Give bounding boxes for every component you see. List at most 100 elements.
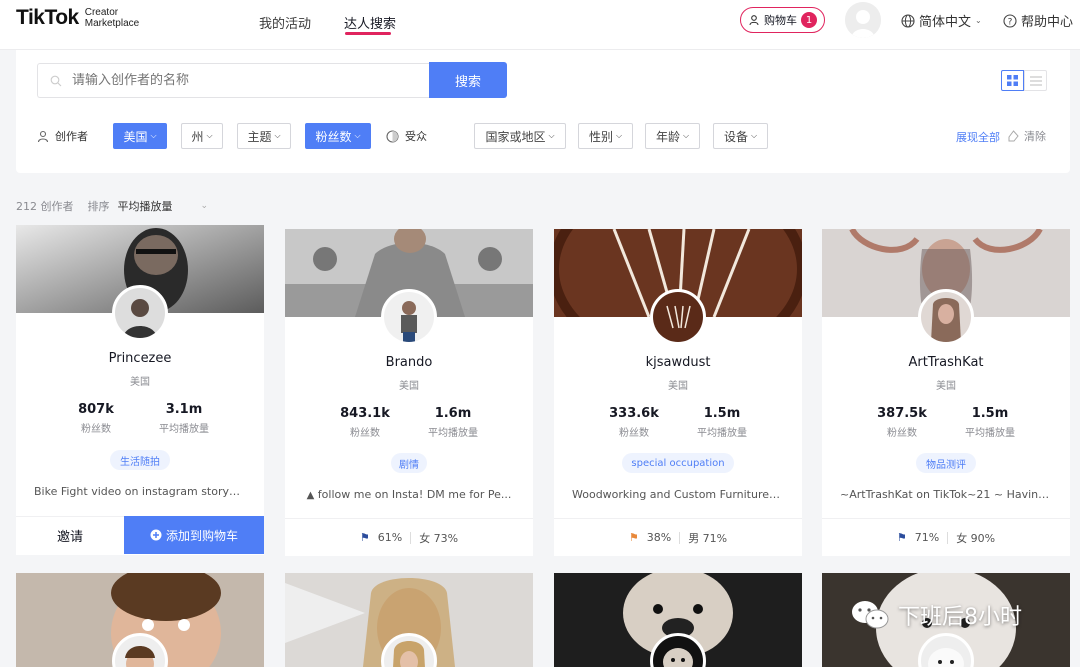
creator-card[interactable] bbox=[285, 573, 533, 667]
wechat-icon bbox=[852, 601, 889, 629]
expand-all-link[interactable]: 展现全部 bbox=[956, 129, 1000, 145]
svg-text:?: ? bbox=[1008, 17, 1013, 27]
chip-label: 粉丝数 bbox=[315, 129, 352, 144]
avg-views-label: 平均播放量 bbox=[159, 424, 209, 435]
chip-label: 设备 bbox=[723, 129, 748, 144]
filter-country-chip[interactable]: 美国 ⌵ bbox=[113, 123, 167, 149]
help-center-link[interactable]: ? 帮助中心 bbox=[1003, 11, 1073, 30]
tiktok-creator-marketplace-logo[interactable]: TikTok Creator Marketplace bbox=[16, 6, 139, 30]
avatar-placeholder-icon bbox=[845, 2, 881, 38]
filter-age-chip[interactable]: 年龄 ⌵ bbox=[645, 123, 700, 149]
cart-button[interactable]: 购物车 1 bbox=[740, 7, 825, 33]
creator-label-text: 创作者 bbox=[55, 130, 88, 143]
followers-value: 807k bbox=[78, 402, 114, 417]
avg-views-value: 3.1m bbox=[165, 402, 203, 417]
avg-views-value: 1.5m bbox=[703, 406, 741, 421]
cart-label: 购物车 bbox=[764, 14, 797, 27]
followers-label: 粉丝数 bbox=[619, 428, 649, 439]
filter-panel: 搜索 创作者 美国⌵ 州⌵ 主题⌵ 粉丝数⌵ 受众 国家或地区⌵ 性别⌵ 年龄⌵… bbox=[16, 50, 1070, 173]
chip-label: 主题 bbox=[247, 129, 272, 144]
user-avatar[interactable] bbox=[845, 2, 881, 38]
cart-count-badge: 1 bbox=[801, 12, 817, 28]
creator-card[interactable]: Princezee 美国 807k 粉丝数 3.1m 平均播放量 生活随拍 Bi… bbox=[16, 225, 264, 555]
divider bbox=[679, 531, 681, 544]
chevron-down-icon: ⌵ bbox=[548, 131, 555, 140]
chevron-down-icon: ⌄ bbox=[975, 16, 982, 25]
search-field[interactable] bbox=[37, 63, 430, 98]
person-icon bbox=[37, 130, 49, 142]
nav-creator-search[interactable]: 达人搜索 bbox=[344, 13, 396, 32]
results-bar: 212 创作者 排序 平均播放量 ⌄ bbox=[16, 198, 208, 214]
creator-card[interactable]: kjsawdust 美国 333.6k 粉丝数 1.5m 平均播放量 speci… bbox=[554, 229, 802, 556]
chip-label: 美国 bbox=[123, 129, 148, 144]
creator-card[interactable] bbox=[16, 573, 264, 667]
divider bbox=[410, 531, 412, 544]
sort-dropdown[interactable]: 平均播放量 bbox=[118, 198, 173, 214]
chevron-down-icon[interactable]: ⌄ bbox=[201, 201, 209, 211]
creator-card[interactable]: ArtTrashKat 美国 387.5k 粉丝数 1.5m 平均播放量 物品测… bbox=[822, 229, 1070, 556]
divider bbox=[947, 531, 949, 544]
audience-filter-label: 受众 bbox=[386, 128, 427, 144]
add-to-cart-button[interactable]: 添加到购物车 bbox=[124, 516, 264, 554]
creator-avatar[interactable] bbox=[381, 289, 437, 345]
language-label: 简体中文 bbox=[919, 15, 972, 30]
chevron-down-icon: ⌵ bbox=[274, 131, 281, 140]
filter-topic-chip[interactable]: 主题 ⌵ bbox=[237, 123, 291, 149]
avg-views-value: 1.6m bbox=[434, 406, 472, 421]
creator-bio: ~ArtTrashKat on TikTok~21 ~ Having ... bbox=[840, 488, 1060, 501]
creator-name[interactable]: Princezee bbox=[16, 351, 264, 366]
chevron-down-icon: ⌵ bbox=[750, 131, 758, 140]
us-flag-icon: ⚑ bbox=[896, 531, 907, 544]
creator-name[interactable]: Brando bbox=[285, 355, 533, 370]
audience-country-pct: 61% bbox=[377, 531, 403, 544]
creator-filter-label: 创作者 bbox=[37, 128, 88, 144]
filter-state-chip[interactable]: 州 ⌵ bbox=[181, 123, 223, 149]
list-icon bbox=[1029, 76, 1042, 85]
filter-gender-chip[interactable]: 性别 ⌵ bbox=[578, 123, 633, 149]
audience-icon bbox=[386, 129, 399, 143]
creator-bio: ▲ follow me on Insta! DM me for Pe... bbox=[285, 488, 533, 501]
audience-country-pct: 38% bbox=[646, 531, 672, 544]
category-tag: 物品测评 bbox=[916, 453, 976, 473]
creator-avatar[interactable] bbox=[918, 289, 974, 345]
logo-wordmark: TikTok bbox=[16, 6, 79, 29]
question-circle-icon: ? bbox=[1003, 13, 1017, 28]
language-selector[interactable]: 简体中文 ⌄ bbox=[901, 11, 982, 30]
creator-country: 美国 bbox=[130, 377, 150, 388]
followers-label: 粉丝数 bbox=[81, 424, 111, 435]
followers-value: 843.1k bbox=[340, 406, 390, 421]
creator-bio-text: follow me on Insta! DM me for Pe... bbox=[317, 488, 512, 501]
active-nav-indicator bbox=[345, 32, 391, 35]
followers-value: 387.5k bbox=[877, 406, 927, 421]
audience-summary: ⚑ 71% 女 90% bbox=[822, 518, 1070, 556]
search-input[interactable] bbox=[72, 73, 402, 88]
creator-avatar[interactable] bbox=[112, 285, 168, 341]
grid-view-toggle[interactable] bbox=[1001, 70, 1024, 91]
audience-country-pct: 71% bbox=[914, 531, 940, 544]
followers-label: 粉丝数 bbox=[887, 428, 917, 439]
grid-icon bbox=[1007, 75, 1018, 86]
creator-avatar[interactable] bbox=[650, 289, 706, 345]
creator-name[interactable]: ArtTrashKat bbox=[822, 355, 1070, 370]
filter-device-chip[interactable]: 设备 ⌵ bbox=[713, 123, 768, 149]
sort-label: 排序 bbox=[87, 200, 110, 213]
eraser-icon bbox=[1008, 130, 1019, 142]
avg-views-label: 平均播放量 bbox=[965, 428, 1015, 439]
avg-views-label: 平均播放量 bbox=[697, 428, 747, 439]
list-view-toggle[interactable] bbox=[1024, 70, 1047, 91]
results-count: 212 创作者 bbox=[16, 200, 74, 213]
clear-filters-button[interactable]: 清除 bbox=[1008, 128, 1046, 144]
creator-name[interactable]: kjsawdust bbox=[554, 355, 802, 370]
creator-card[interactable]: Brando 美国 843.1k 粉丝数 1.6m 平均播放量 剧情 ▲ fol… bbox=[285, 229, 533, 556]
logo-sub-line-1: Creator bbox=[84, 7, 119, 18]
chevron-down-icon: ⌵ bbox=[615, 131, 623, 140]
invite-button[interactable]: 邀请 bbox=[16, 516, 124, 554]
nav-my-activities[interactable]: 我的活动 bbox=[259, 13, 311, 32]
creator-card[interactable] bbox=[554, 573, 802, 667]
chevron-down-icon: ⌵ bbox=[150, 131, 157, 140]
filter-followers-chip[interactable]: 粉丝数 ⌵ bbox=[305, 123, 371, 149]
followers-label: 粉丝数 bbox=[350, 428, 380, 439]
filter-audience-country-chip[interactable]: 国家或地区 ⌵ bbox=[474, 123, 566, 149]
search-icon bbox=[50, 75, 62, 86]
search-button[interactable]: 搜索 bbox=[429, 62, 507, 98]
